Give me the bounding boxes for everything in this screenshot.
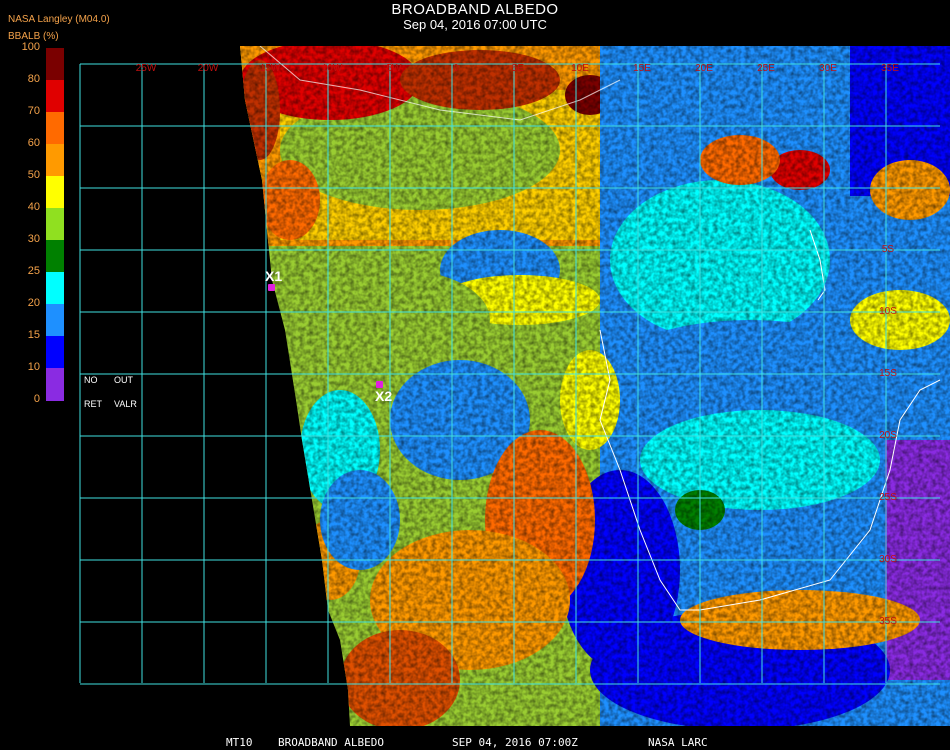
page-title: BROADBAND ALBEDO <box>391 1 559 18</box>
colorbar-tick-label: 100 <box>21 41 40 53</box>
colorbar-tick-label: 0 <box>33 393 40 405</box>
footer-source: NASA LARC <box>648 736 708 749</box>
colorbar-tick-label: 80 <box>27 73 40 85</box>
marker-x2-dot <box>376 381 383 388</box>
longitude-label: 20E <box>695 63 713 74</box>
latitude-label: 30S <box>879 554 897 565</box>
longitude-label: 25W <box>136 63 157 74</box>
provider-label: NASA Langley (M04.0) <box>8 14 110 25</box>
longitude-label: 20W <box>198 63 219 74</box>
marker-x1-dot <box>268 284 275 291</box>
colorbar <box>46 48 64 401</box>
colorbar-segment <box>46 176 64 209</box>
footer-date: SEP 04, 2016 07:00Z <box>452 736 578 749</box>
colorbar-segment <box>46 240 64 273</box>
legend-ret: RET <box>84 399 102 409</box>
longitude-label: 30E <box>819 63 837 74</box>
longitude-label: 15W <box>260 63 281 74</box>
colorbar-segment <box>46 208 64 241</box>
colorbar-tick-label: 40 <box>27 201 40 213</box>
colorbar-tick-label: 20 <box>27 297 40 309</box>
latitude-label: 5S <box>882 244 895 255</box>
colorbar-tick-label: 25 <box>27 265 40 277</box>
legend-valr: VALR <box>114 399 137 409</box>
colorbar-segment <box>46 48 64 81</box>
longitude-label: 15E <box>633 63 651 74</box>
colorbar-segment <box>46 304 64 337</box>
longitude-label: 35E <box>881 63 899 74</box>
marker-x1-label: X1 <box>265 268 283 284</box>
latitude-label: 35S <box>879 616 897 627</box>
longitude-label: 10E <box>571 63 589 74</box>
colorbar-segment <box>46 144 64 177</box>
colorbar-segment <box>46 272 64 305</box>
longitude-label: 25E <box>757 63 775 74</box>
colorbar-tick-label: 15 <box>27 329 40 341</box>
colorbar-segment <box>46 80 64 113</box>
latitude-label: 20S <box>879 430 897 441</box>
footer-bar: MT10 BROADBAND ALBEDO SEP 04, 2016 07:00… <box>0 734 950 750</box>
longitude-label: 10W <box>322 63 343 74</box>
colorbar-tick-label: 10 <box>27 361 40 373</box>
footer-name: BROADBAND ALBEDO <box>278 736 384 749</box>
datetime-subtitle: Sep 04, 2016 07:00 UTC <box>403 17 547 32</box>
longitude-label: 5E <box>512 63 525 74</box>
longitude-label: 5W <box>387 63 403 74</box>
marker-x2-label: X2 <box>375 388 393 404</box>
footer-product: MT10 <box>226 736 253 749</box>
legend-out: OUT <box>114 375 133 385</box>
colorbar-tick-label: 70 <box>27 105 40 117</box>
colorbar-segment <box>46 112 64 145</box>
longitude-label: 0 <box>453 63 459 74</box>
colorbar-segment <box>46 336 64 369</box>
legend-no: NO <box>84 375 98 385</box>
colorbar-tick-label: 30 <box>27 233 40 245</box>
colorbar-tick-label: 60 <box>27 137 40 149</box>
latitude-label: 10S <box>879 306 897 317</box>
satellite-swath <box>240 46 950 726</box>
colorbar-segment <box>46 368 64 401</box>
colorbar-tick-label: 50 <box>27 169 40 181</box>
albedo-map: 25W 20W 15W 10W 5W 0 5E 10E 15E 20E 25E 30E 35E 5S 10S… <box>79 46 950 726</box>
latitude-label: 25S <box>879 492 897 503</box>
latitude-label: 15S <box>879 368 897 379</box>
